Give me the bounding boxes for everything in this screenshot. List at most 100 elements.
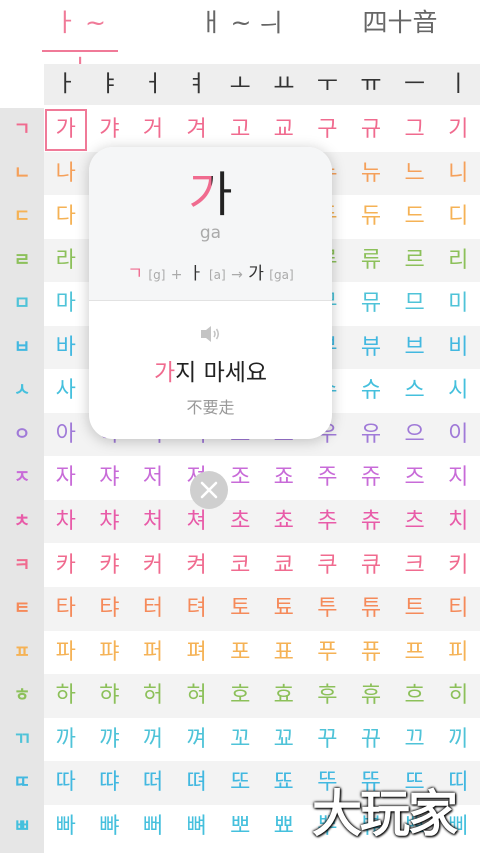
syllable-cell[interactable]: 꼬 — [218, 718, 262, 762]
syllable-cell[interactable]: 바 — [44, 326, 88, 370]
syllable-cell[interactable]: 캬 — [88, 544, 132, 588]
syllable-cell[interactable]: 허 — [131, 674, 175, 718]
syllable-cell[interactable]: 리 — [436, 239, 480, 283]
syllable-cell[interactable]: 뾰 — [262, 805, 306, 849]
syllable-cell[interactable]: 튜 — [349, 587, 393, 631]
syllable-cell[interactable]: 펴 — [175, 631, 219, 675]
syllable-cell[interactable]: 휴 — [349, 674, 393, 718]
syllable-cell[interactable]: 따 — [44, 761, 88, 805]
syllable-cell[interactable]: 껴 — [175, 718, 219, 762]
syllable-cell[interactable]: 표 — [262, 631, 306, 675]
syllable-cell[interactable]: 갸 — [88, 108, 132, 152]
syllable-cell[interactable]: 뮤 — [349, 282, 393, 326]
syllable-cell[interactable]: 처 — [131, 500, 175, 544]
syllable-cell[interactable]: 켜 — [175, 544, 219, 588]
syllable-cell[interactable]: 슈 — [349, 369, 393, 413]
close-icon[interactable] — [190, 471, 228, 509]
tab-japanese-syllabary[interactable]: 四十音 — [355, 0, 445, 52]
syllable-cell[interactable]: 디 — [436, 195, 480, 239]
syllable-cell[interactable]: 기 — [436, 108, 480, 152]
syllable-cell[interactable]: 그 — [393, 108, 437, 152]
syllable-cell[interactable]: 쿠 — [306, 544, 350, 588]
syllable-cell[interactable]: 니 — [436, 152, 480, 196]
syllable-cell[interactable]: 뉴 — [349, 152, 393, 196]
syllable-cell[interactable]: 혀 — [175, 674, 219, 718]
syllable-cell[interactable]: 히 — [436, 674, 480, 718]
syllable-cell[interactable]: 퍄 — [88, 631, 132, 675]
syllable-cell[interactable]: 카 — [44, 544, 88, 588]
syllable-cell[interactable]: 마 — [44, 282, 88, 326]
syllable-cell[interactable]: 후 — [306, 674, 350, 718]
syllable-cell[interactable]: 구 — [306, 108, 350, 152]
syllable-cell[interactable]: 주 — [306, 456, 350, 500]
syllable-cell[interactable]: 퓨 — [349, 631, 393, 675]
syllable-cell[interactable]: 르 — [393, 239, 437, 283]
syllable-cell[interactable]: 저 — [131, 456, 175, 500]
syllable-cell[interactable]: 규 — [349, 108, 393, 152]
syllable-cell[interactable]: 포 — [218, 631, 262, 675]
syllable-cell[interactable]: 츠 — [393, 500, 437, 544]
syllable-cell[interactable]: 즈 — [393, 456, 437, 500]
syllable-cell[interactable]: 탸 — [88, 587, 132, 631]
syllable-cell[interactable]: 치 — [436, 500, 480, 544]
syllable-cell[interactable]: 코 — [218, 544, 262, 588]
syllable-cell[interactable]: 드 — [393, 195, 437, 239]
syllable-cell[interactable]: 나 — [44, 152, 88, 196]
syllable-cell[interactable]: 떠 — [131, 761, 175, 805]
syllable-cell[interactable]: 거 — [131, 108, 175, 152]
syllable-cell[interactable]: 이 — [436, 413, 480, 457]
tab-vowels-compound[interactable]: ㅐ ~ ㅢ — [196, 0, 286, 52]
syllable-cell[interactable]: 뷰 — [349, 326, 393, 370]
syllable-cell[interactable]: 티 — [436, 587, 480, 631]
syllable-cell[interactable]: 호 — [218, 674, 262, 718]
syllable-cell[interactable]: 쥬 — [349, 456, 393, 500]
syllable-cell[interactable]: 땨 — [88, 761, 132, 805]
syllable-cell[interactable]: 교 — [262, 108, 306, 152]
syllable-cell[interactable]: 쿄 — [262, 544, 306, 588]
syllable-cell[interactable]: 뗘 — [175, 761, 219, 805]
syllable-cell[interactable]: 큐 — [349, 544, 393, 588]
syllable-cell[interactable]: 시 — [436, 369, 480, 413]
syllable-cell[interactable]: 꺄 — [88, 718, 132, 762]
syllable-cell[interactable]: 끼 — [436, 718, 480, 762]
syllable-cell[interactable]: 느 — [393, 152, 437, 196]
syllable-cell[interactable]: 쵸 — [262, 500, 306, 544]
syllable-cell[interactable]: 뚀 — [262, 761, 306, 805]
syllable-cell[interactable]: 크 — [393, 544, 437, 588]
syllable-cell[interactable]: 터 — [131, 587, 175, 631]
syllable-cell[interactable]: 스 — [393, 369, 437, 413]
syllable-cell[interactable]: 츄 — [349, 500, 393, 544]
syllable-cell[interactable]: 꾸 — [306, 718, 350, 762]
syllable-cell[interactable]: 하 — [44, 674, 88, 718]
syllable-cell[interactable]: 자 — [44, 456, 88, 500]
syllable-cell[interactable]: 툐 — [262, 587, 306, 631]
syllable-cell[interactable]: 아 — [44, 413, 88, 457]
syllable-cell[interactable]: 미 — [436, 282, 480, 326]
tab-vowels-basic[interactable]: ㅏ ~ ㅣ — [42, 0, 118, 83]
syllable-cell[interactable]: 뽀 — [218, 805, 262, 849]
syllable-cell[interactable]: 뼈 — [175, 805, 219, 849]
syllable-cell[interactable]: 차 — [44, 500, 88, 544]
syllable-cell[interactable]: 토 — [218, 587, 262, 631]
syllable-cell[interactable]: 브 — [393, 326, 437, 370]
syllable-cell[interactable]: 텨 — [175, 587, 219, 631]
syllable-cell[interactable]: 키 — [436, 544, 480, 588]
syllable-cell[interactable]: 효 — [262, 674, 306, 718]
syllable-cell[interactable]: 가 — [44, 108, 88, 152]
syllable-cell[interactable]: 유 — [349, 413, 393, 457]
syllable-cell[interactable]: 햐 — [88, 674, 132, 718]
syllable-cell[interactable]: 추 — [306, 500, 350, 544]
syllable-cell[interactable]: 푸 — [306, 631, 350, 675]
syllable-cell[interactable]: 투 — [306, 587, 350, 631]
syllable-cell[interactable]: 류 — [349, 239, 393, 283]
syllable-cell[interactable]: 퍼 — [131, 631, 175, 675]
syllable-cell[interactable]: 타 — [44, 587, 88, 631]
syllable-cell[interactable]: 빠 — [44, 805, 88, 849]
syllable-cell[interactable]: 쟈 — [88, 456, 132, 500]
syllable-cell[interactable]: 비 — [436, 326, 480, 370]
syllable-cell[interactable]: 다 — [44, 195, 88, 239]
syllable-cell[interactable]: 므 — [393, 282, 437, 326]
syllable-cell[interactable]: 지 — [436, 456, 480, 500]
syllable-cell[interactable]: 뀨 — [349, 718, 393, 762]
syllable-cell[interactable]: 뻐 — [131, 805, 175, 849]
